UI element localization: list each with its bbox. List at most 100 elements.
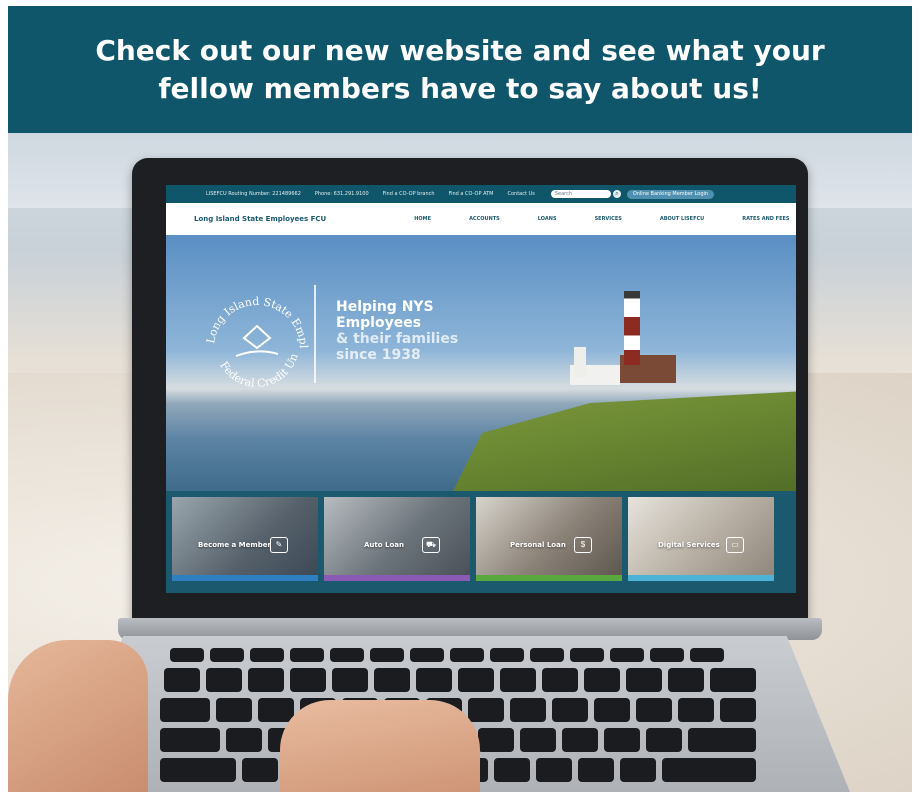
tagline-line-3: & their families	[336, 331, 459, 347]
card-digital-services[interactable]: Digital Services ▭	[628, 497, 774, 581]
laptop-screen: LISEFCU Routing Number: 221489662 Phone:…	[166, 185, 796, 593]
keyboard-key	[216, 698, 252, 722]
search-icon[interactable]: ⌕	[612, 190, 621, 198]
keyboard-key	[542, 668, 578, 692]
card-become-member[interactable]: Become a Member ✎	[172, 497, 318, 581]
keyboard-key	[604, 728, 640, 752]
keyboard-key	[594, 698, 630, 722]
keyboard-key	[578, 758, 614, 782]
keyboard-key	[620, 758, 656, 782]
tagline-line-2: Employees	[336, 315, 422, 331]
keyboard-key	[678, 698, 714, 722]
keyboard-key	[720, 698, 756, 722]
keyboard-key	[662, 758, 756, 782]
nav-about[interactable]: ABOUT LISEFCU	[660, 216, 704, 222]
hero-landscape	[446, 391, 796, 491]
nav-home[interactable]: HOME	[414, 216, 431, 222]
right-hand	[280, 700, 480, 792]
keyboard-key	[690, 648, 724, 662]
contact-link[interactable]: Contact Us	[508, 191, 535, 197]
keyboard-key	[478, 728, 514, 752]
keyboard-key	[410, 648, 444, 662]
card-auto-loan[interactable]: Auto Loan ⛟	[324, 497, 470, 581]
site-navbar: Long Island State Employees FCU HOME ACC…	[166, 203, 796, 236]
routing-number: LISEFCU Routing Number: 221489662	[206, 191, 301, 197]
keyboard-key	[164, 668, 200, 692]
phone-link[interactable]: Phone: 631.291.9100	[315, 191, 369, 197]
credit-union-seal: Long Island State Employees Federal Cred…	[202, 290, 310, 390]
card-personal-loan[interactable]: Personal Loan $	[476, 497, 622, 581]
site-brand[interactable]: Long Island State Employees FCU	[194, 215, 326, 223]
device-icon: ▭	[726, 537, 744, 553]
keyboard-key	[494, 758, 530, 782]
find-atm-link[interactable]: Find a CO-OP ATM	[449, 191, 494, 197]
card-accent-bar	[628, 575, 774, 581]
hero-banner: Long Island State Employees Federal Cred…	[166, 235, 796, 491]
keyboard-key	[610, 648, 644, 662]
keyboard-key	[646, 728, 682, 752]
hero-divider	[314, 285, 316, 383]
find-branch-link[interactable]: Find a CO-OP branch	[383, 191, 435, 197]
keyboard-key	[668, 668, 704, 692]
site-search-input[interactable]: Search ⌕	[550, 190, 621, 198]
card-accent-bar	[476, 575, 622, 581]
keyboard-key	[416, 668, 452, 692]
card-label: Personal Loan	[510, 541, 566, 549]
seal-text-top: Long Island State Employees	[202, 290, 310, 349]
car-icon: ⛟	[422, 537, 440, 553]
promo-image: Check out our new website and see what y…	[0, 0, 920, 792]
keyboard-key	[250, 648, 284, 662]
keyboard-key	[450, 648, 484, 662]
keyboard-key	[330, 648, 364, 662]
tagline-line-4: since 1938	[336, 347, 421, 363]
keyboard-key	[500, 668, 536, 692]
keyboard-key	[258, 698, 294, 722]
keyboard-key	[458, 668, 494, 692]
keyboard-key	[710, 668, 756, 692]
keyboard-key	[170, 648, 204, 662]
card-label: Auto Loan	[364, 541, 404, 549]
seal-island-outline	[235, 350, 279, 357]
member-login-button[interactable]: Online Banking Member Login	[626, 189, 715, 199]
nav-services[interactable]: SERVICES	[595, 216, 622, 222]
card-label: Become a Member	[198, 541, 271, 549]
card-photo	[476, 497, 622, 575]
hero-tagline: Helping NYS Employees & their families s…	[336, 299, 496, 363]
keyboard-key	[688, 728, 756, 752]
keyboard-key	[210, 648, 244, 662]
keyboard-key	[650, 648, 684, 662]
nav-loans[interactable]: LOANS	[538, 216, 557, 222]
headline-text: Check out our new website and see what y…	[95, 33, 825, 105]
headline-banner: Check out our new website and see what y…	[8, 6, 912, 133]
keyboard-key	[374, 668, 410, 692]
keyboard-key	[226, 728, 262, 752]
left-hand	[8, 640, 148, 792]
dollar-icon: $	[574, 537, 592, 553]
keyboard-key	[160, 698, 210, 722]
nav-accounts[interactable]: ACCOUNTS	[469, 216, 500, 222]
member-login-label: Online Banking Member Login	[632, 191, 709, 197]
keyboard-key	[160, 728, 220, 752]
keyboard-key	[242, 758, 278, 782]
keyboard-key	[520, 728, 556, 752]
keyboard-key	[536, 758, 572, 782]
keyboard-key	[636, 698, 672, 722]
keyboard-key	[206, 668, 242, 692]
feature-cards: Become a Member ✎ Auto Loan ⛟ Personal L…	[166, 491, 796, 593]
card-photo	[324, 497, 470, 575]
pen-icon: ✎	[270, 537, 288, 553]
keyboard-key	[290, 668, 326, 692]
card-photo	[628, 497, 774, 575]
keyboard-key	[332, 668, 368, 692]
card-label: Digital Services	[658, 541, 720, 549]
hero-white-tower	[574, 347, 586, 377]
keyboard-key	[562, 728, 598, 752]
seal-emblem	[242, 324, 272, 350]
tagline-line-1: Helping NYS	[336, 299, 434, 315]
nav-rates[interactable]: RATES AND FEES	[742, 216, 789, 222]
keyboard-key	[468, 698, 504, 722]
keyboard-key	[370, 648, 404, 662]
keyboard-key	[290, 648, 324, 662]
keyboard-key	[570, 648, 604, 662]
keyboard-key	[584, 668, 620, 692]
